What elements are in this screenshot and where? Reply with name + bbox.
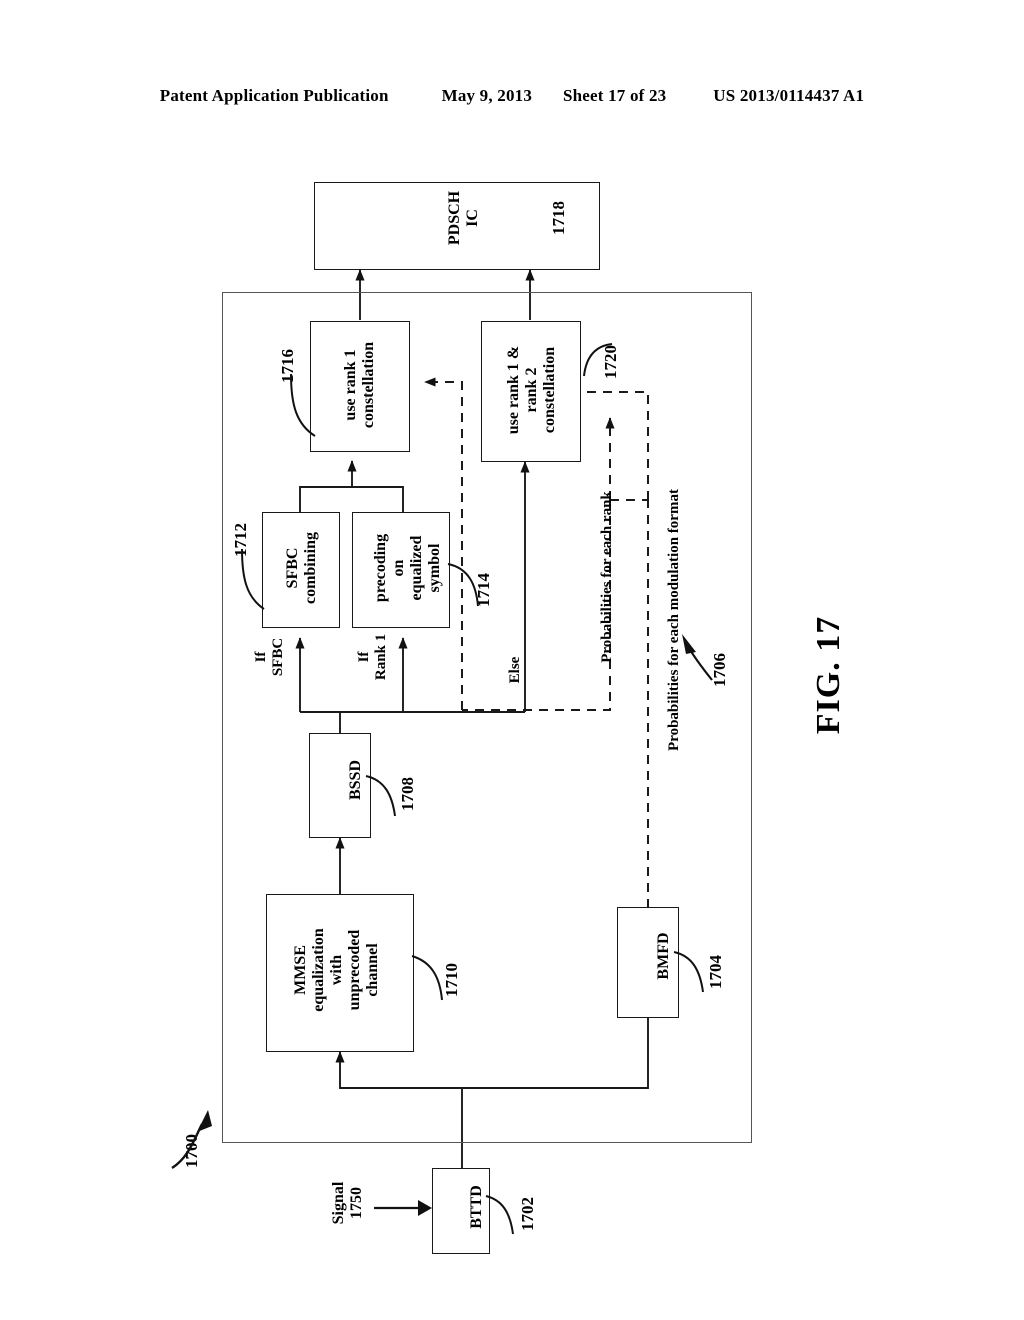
edge-label-else: Else (507, 656, 523, 684)
input-signal-arrow (374, 1200, 432, 1216)
figure-17-diagram: 1700 PDSCH IC 1718 use rank 1 constellat… (0, 0, 1024, 1320)
box-use-rank1-rank2-constellation-label: use rank 1 & rank 2 constellation (505, 345, 558, 435)
box-mmse-equalization-label: MMSE equalization with unprecoded channe… (292, 928, 381, 1012)
ref-1716-leader-line (290, 373, 316, 437)
ref-1708-leader-line (365, 775, 396, 817)
ref-1712-leader-line (241, 548, 265, 610)
edge-label-probabilities-each-modulation-format: Probabilities for each modulation format (666, 489, 682, 751)
ref-1710-leader-line (411, 955, 443, 1001)
ref-1702-leader-line (485, 1195, 514, 1235)
box-use-rank1-constellation-label: use rank 1 constellation (342, 341, 377, 429)
ref-label-1718: 1718 (549, 201, 568, 235)
ref-1720-leader-line (583, 343, 613, 377)
box-sfbc-combining-label: SFBC combining (284, 532, 319, 605)
box-pdsch-ic-label: PDSCH IC (446, 190, 481, 246)
input-signal-label: Signal 1750 (330, 1181, 365, 1225)
ref-1704-leader-line (673, 951, 704, 993)
figure-caption: FIG. 17 (810, 615, 847, 735)
box-precoding-equalized-symbol-label: precoding on equalized symbol (372, 533, 443, 603)
ref-1714-leader-line (447, 563, 479, 607)
edge-label-if-sfbc: If SFBC (253, 637, 286, 677)
ref-1706-leader-arrow (682, 634, 713, 681)
edge-label-if-rank1: If Rank 1 (356, 633, 389, 681)
edge-label-probabilities-each-rank: Probabilities for each rank (599, 491, 615, 663)
ref-1700-leader-arrow (171, 1110, 212, 1170)
